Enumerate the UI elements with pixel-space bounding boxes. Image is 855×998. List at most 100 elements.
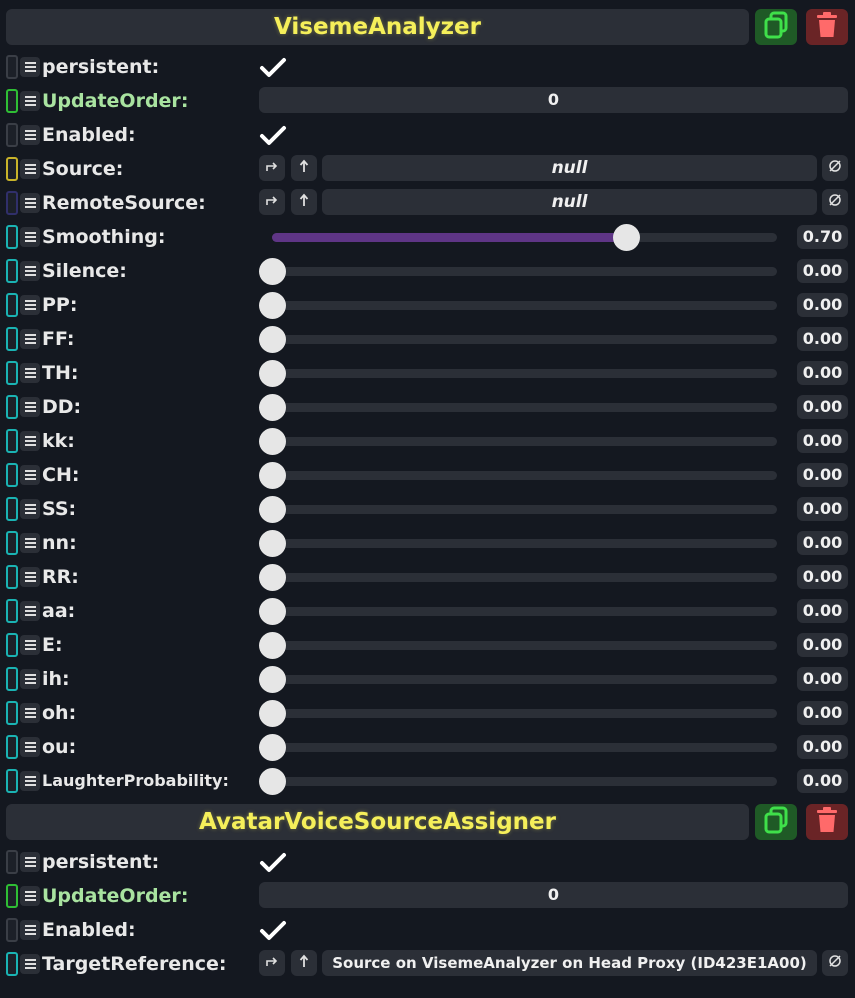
hamburger-icon[interactable]: [20, 329, 40, 349]
parent-button[interactable]: [291, 950, 317, 976]
slider-value[interactable]: 0.00: [797, 735, 848, 759]
hamburger-icon[interactable]: [20, 159, 40, 179]
reference-field[interactable]: null: [322, 155, 817, 181]
drive-indicator[interactable]: [6, 361, 18, 385]
hamburger-icon[interactable]: [20, 363, 40, 383]
drive-indicator[interactable]: [6, 531, 18, 555]
drive-indicator[interactable]: [6, 952, 18, 976]
slider-value[interactable]: 0.00: [797, 497, 848, 521]
hamburger-icon[interactable]: [20, 499, 40, 519]
hamburger-icon[interactable]: [20, 227, 40, 247]
hamburger-icon[interactable]: [20, 601, 40, 621]
drive-indicator[interactable]: [6, 463, 18, 487]
slider-handle[interactable]: [259, 564, 286, 591]
drive-indicator[interactable]: [6, 701, 18, 725]
slider-value[interactable]: 0.00: [797, 361, 848, 385]
drive-indicator[interactable]: [6, 735, 18, 759]
hamburger-icon[interactable]: [20, 737, 40, 757]
drive-indicator[interactable]: [6, 850, 18, 874]
drive-indicator[interactable]: [6, 884, 18, 908]
hamburger-icon[interactable]: [20, 465, 40, 485]
slider-value[interactable]: 0.00: [797, 395, 848, 419]
drive-indicator[interactable]: [6, 89, 18, 113]
slider-track[interactable]: [259, 462, 777, 489]
slider-handle[interactable]: [259, 326, 286, 353]
slider-track[interactable]: [259, 700, 777, 727]
hamburger-icon[interactable]: [20, 261, 40, 281]
slider-track[interactable]: [259, 598, 777, 625]
drive-indicator[interactable]: [6, 429, 18, 453]
slider-track[interactable]: [259, 496, 777, 523]
slider-track[interactable]: [272, 224, 777, 251]
slider-handle[interactable]: [259, 292, 286, 319]
slider-track[interactable]: [259, 564, 777, 591]
drive-indicator[interactable]: [6, 259, 18, 283]
slider-value[interactable]: 0.00: [797, 463, 848, 487]
slider-handle[interactable]: [259, 598, 286, 625]
reference-field[interactable]: null: [322, 189, 817, 215]
hamburger-icon[interactable]: [20, 954, 40, 974]
drive-indicator[interactable]: [6, 497, 18, 521]
jump-to-button[interactable]: [259, 950, 285, 976]
parent-button[interactable]: [291, 155, 317, 181]
slider-track[interactable]: [259, 734, 777, 761]
drive-indicator[interactable]: [6, 55, 18, 79]
slider-track[interactable]: [259, 768, 777, 795]
checkbox[interactable]: [259, 56, 287, 80]
hamburger-icon[interactable]: [20, 91, 40, 111]
slider-value[interactable]: 0.00: [797, 701, 848, 725]
slider-value[interactable]: 0.00: [797, 531, 848, 555]
slider-value[interactable]: 0.00: [797, 769, 848, 793]
number-input[interactable]: 0: [259, 882, 848, 908]
hamburger-icon[interactable]: [20, 886, 40, 906]
slider-value[interactable]: 0.00: [797, 565, 848, 589]
slider-track[interactable]: [259, 428, 777, 455]
hamburger-icon[interactable]: [20, 852, 40, 872]
drive-indicator[interactable]: [6, 667, 18, 691]
slider-handle[interactable]: [259, 666, 286, 693]
slider-handle[interactable]: [259, 428, 286, 455]
hamburger-icon[interactable]: [20, 920, 40, 940]
checkbox[interactable]: [259, 919, 287, 943]
drive-indicator[interactable]: [6, 769, 18, 793]
null-button[interactable]: [822, 155, 848, 181]
drive-indicator[interactable]: [6, 123, 18, 147]
duplicate-button[interactable]: [755, 9, 797, 45]
hamburger-icon[interactable]: [20, 295, 40, 315]
slider-handle[interactable]: [259, 258, 286, 285]
null-button[interactable]: [822, 189, 848, 215]
slider-value[interactable]: 0.00: [797, 327, 848, 351]
drive-indicator[interactable]: [6, 565, 18, 589]
number-input[interactable]: 0: [259, 87, 848, 113]
slider-track[interactable]: [259, 258, 777, 285]
hamburger-icon[interactable]: [20, 669, 40, 689]
duplicate-button[interactable]: [755, 804, 797, 840]
drive-indicator[interactable]: [6, 293, 18, 317]
slider-handle[interactable]: [259, 394, 286, 421]
drive-indicator[interactable]: [6, 599, 18, 623]
hamburger-icon[interactable]: [20, 431, 40, 451]
drive-indicator[interactable]: [6, 918, 18, 942]
slider-track[interactable]: [259, 360, 777, 387]
drive-indicator[interactable]: [6, 225, 18, 249]
slider-handle[interactable]: [259, 632, 286, 659]
delete-button[interactable]: [806, 9, 848, 45]
null-button[interactable]: [822, 950, 848, 976]
slider-handle[interactable]: [259, 700, 286, 727]
slider-value[interactable]: 0.00: [797, 429, 848, 453]
hamburger-icon[interactable]: [20, 567, 40, 587]
hamburger-icon[interactable]: [20, 57, 40, 77]
drive-indicator[interactable]: [6, 395, 18, 419]
reference-field[interactable]: Source on VisemeAnalyzer on Head Proxy (…: [322, 950, 817, 976]
drive-indicator[interactable]: [6, 633, 18, 657]
slider-track[interactable]: [259, 530, 777, 557]
slider-track[interactable]: [259, 292, 777, 319]
slider-handle[interactable]: [259, 496, 286, 523]
drive-indicator[interactable]: [6, 157, 18, 181]
slider-handle[interactable]: [259, 530, 286, 557]
drive-indicator[interactable]: [6, 327, 18, 351]
hamburger-icon[interactable]: [20, 397, 40, 417]
slider-value[interactable]: 0.00: [797, 667, 848, 691]
hamburger-icon[interactable]: [20, 703, 40, 723]
hamburger-icon[interactable]: [20, 125, 40, 145]
